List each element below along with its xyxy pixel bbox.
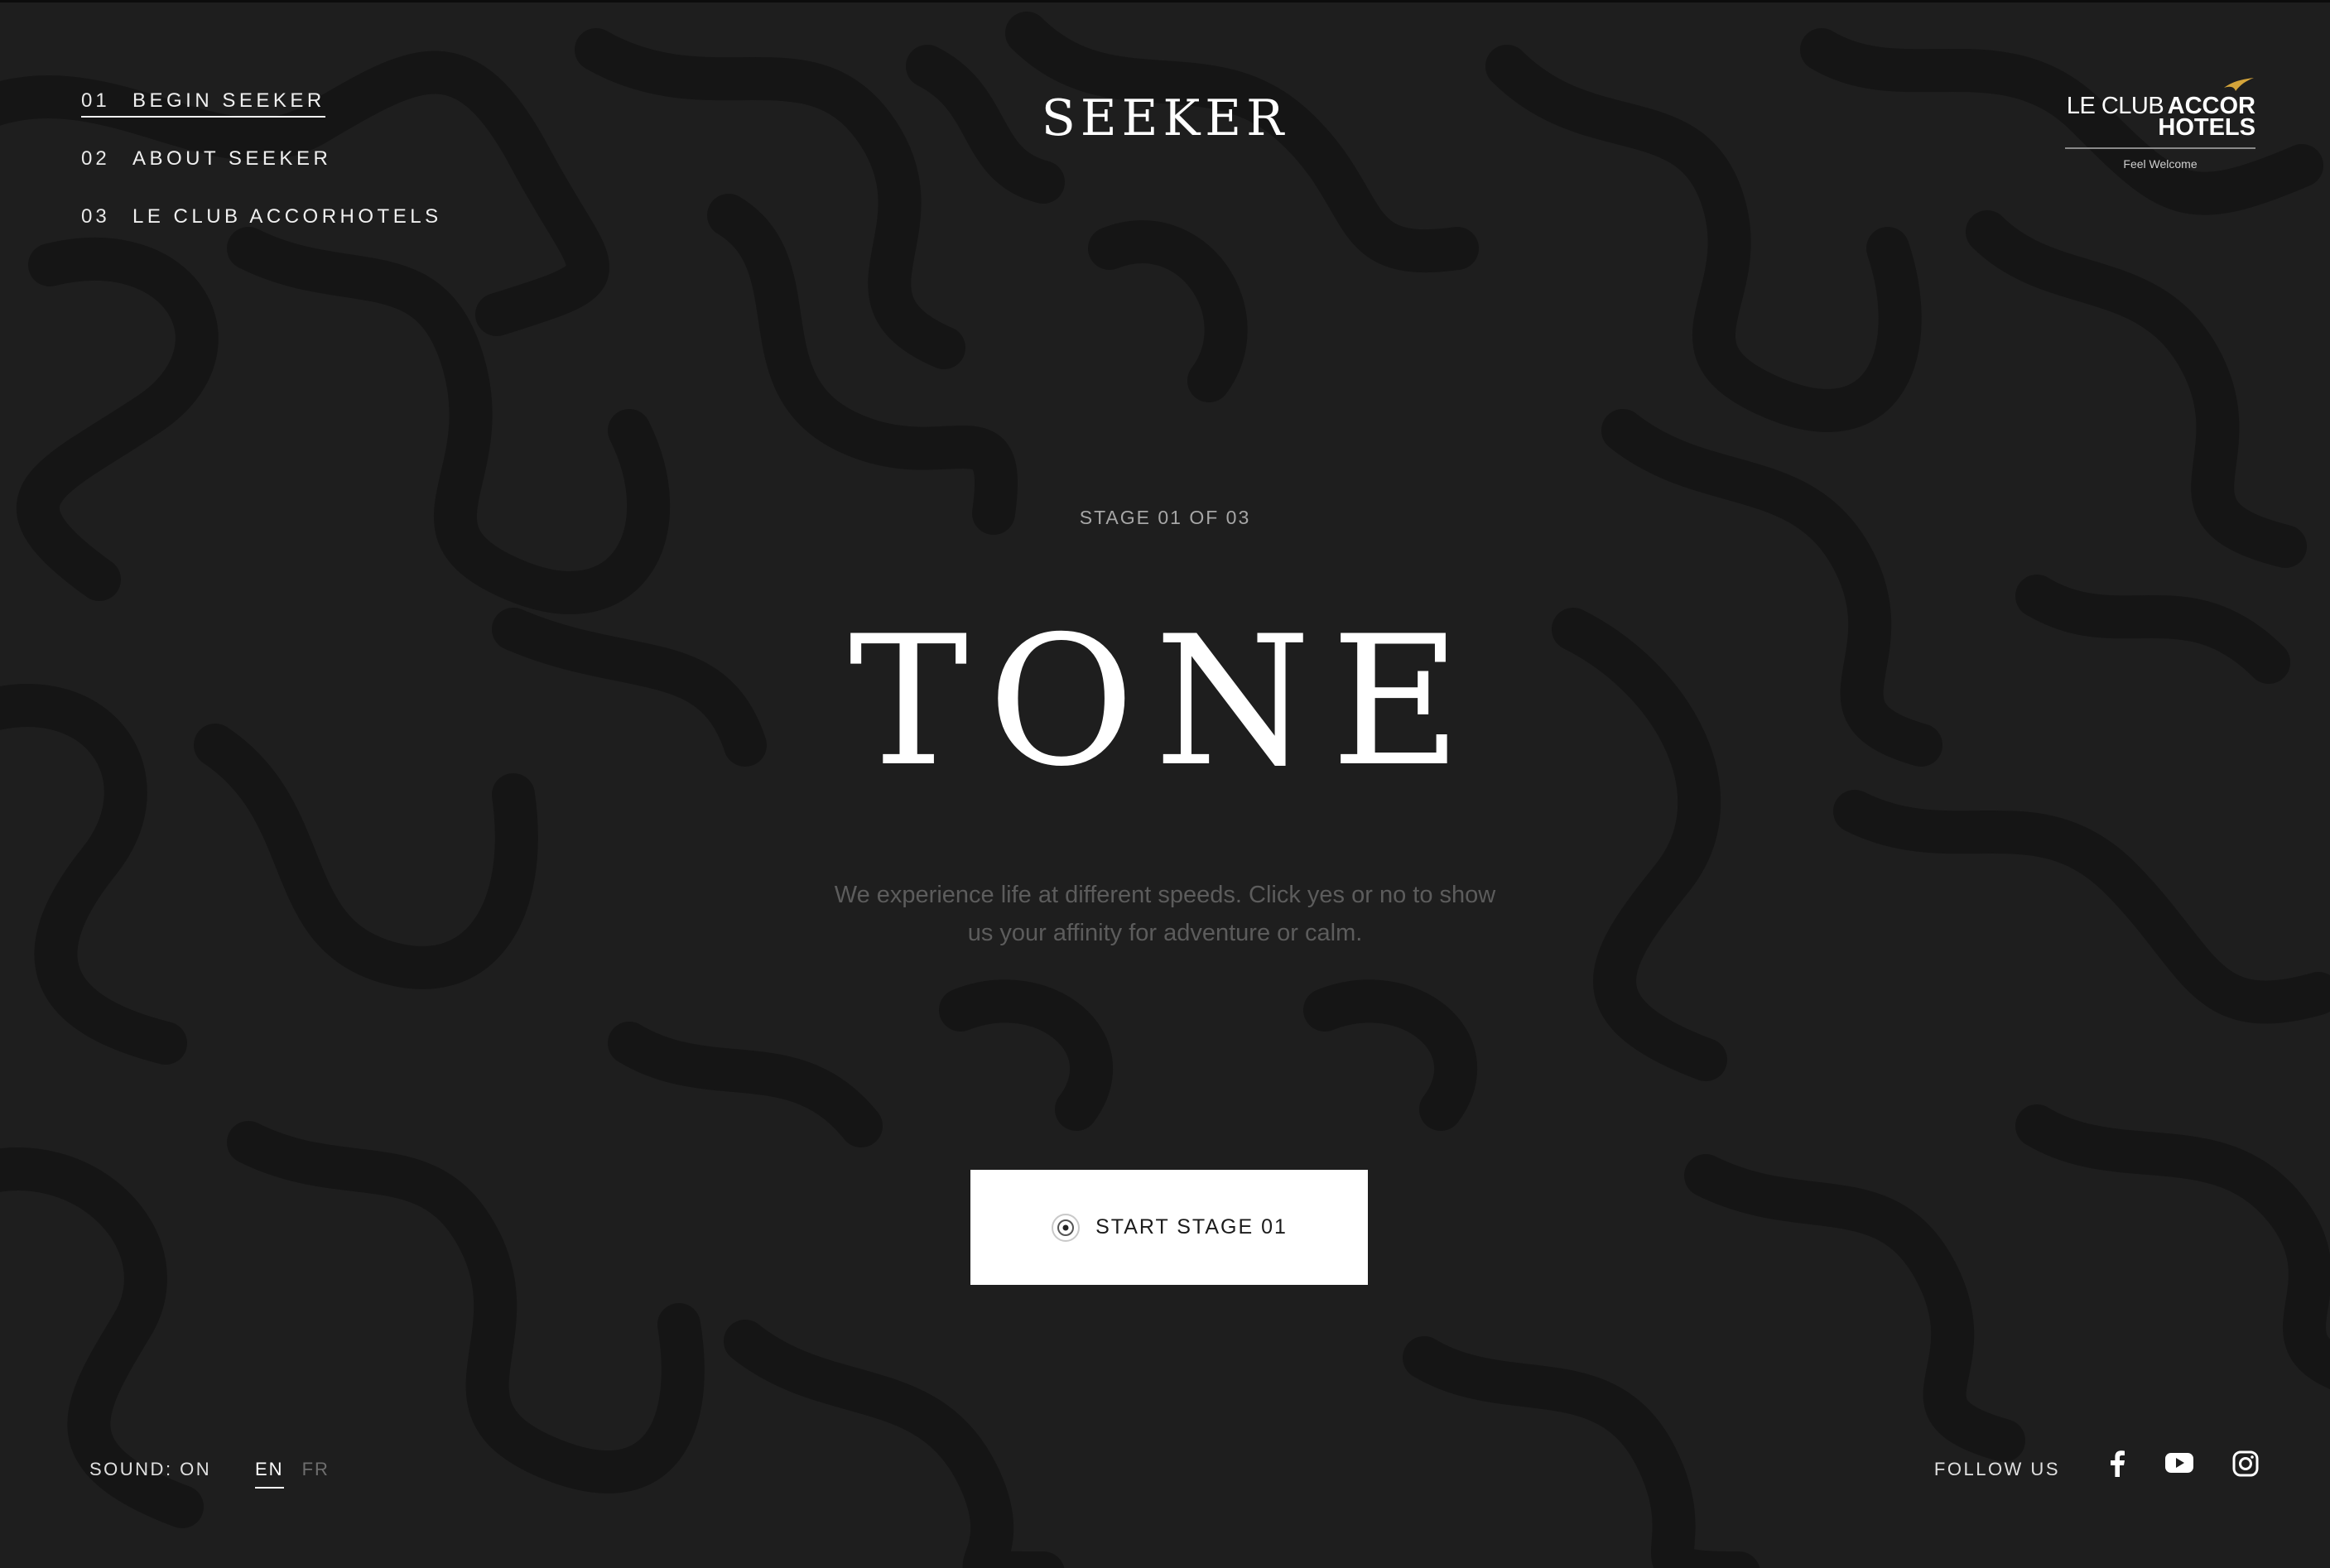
follow-us-label: FOLLOW US [1933,1459,2060,1479]
language-en[interactable]: EN [255,1459,284,1489]
language-switcher: EN FR [255,1459,330,1489]
brand-hotels: HOTELS [2158,114,2255,141]
stage-description: We experience life at different speeds. … [834,882,1496,946]
site-logo[interactable]: SEEKER [1042,89,1289,147]
nav-item-number: 03 [81,205,110,228]
nav-item-le-club-accorhotels[interactable]: 03 LE CLUB ACCORHOTELS [81,205,442,263]
youtube-icon[interactable] [2164,1450,2194,1479]
brand-divider [2065,147,2255,149]
brand-le-club: LE CLUB [2066,93,2164,119]
nav-item-number: 02 [81,147,110,170]
brand-tagline: Feel Welcome [2123,157,2198,171]
page: 01 BEGIN SEEKER 02 ABOUT SEEKER 03 LE CL… [0,0,2330,1568]
main-nav: 01 BEGIN SEEKER 02 ABOUT SEEKER 03 LE CL… [81,89,442,263]
nav-item-begin-seeker[interactable]: 01 BEGIN SEEKER [81,89,442,147]
nav-item-label: BEGIN SEEKER [132,89,325,118]
start-stage-button[interactable]: START STAGE 01 [970,1170,1368,1285]
sound-toggle[interactable]: SOUND: ON [89,1459,211,1480]
start-stage-label: START STAGE 01 [1095,1215,1288,1239]
language-fr[interactable]: FR [302,1459,330,1489]
nav-item-number: 01 [81,89,132,118]
nav-item-label: LE CLUB ACCORHOTELS [132,205,442,228]
target-icon [1052,1213,1081,1242]
top-border [0,0,2330,2]
stage-title: TONE [849,598,1481,806]
nav-item-about-seeker[interactable]: 02 ABOUT SEEKER [81,147,442,205]
nav-item-label: ABOUT SEEKER [132,147,332,170]
facebook-icon[interactable] [2108,1450,2126,1481]
bird-icon [2224,78,2254,91]
instagram-icon[interactable] [2232,1450,2259,1481]
stage-counter: STAGE 01 OF 03 [1079,507,1251,528]
